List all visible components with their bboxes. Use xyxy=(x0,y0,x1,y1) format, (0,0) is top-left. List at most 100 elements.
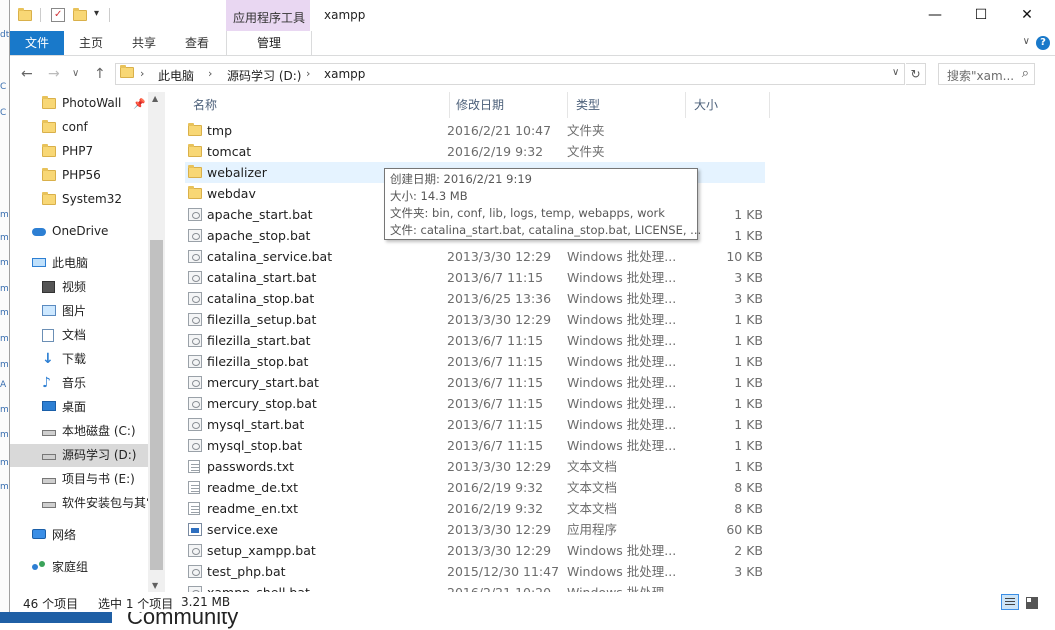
minimize-button[interactable]: — xyxy=(912,0,958,31)
file-name: tomcat xyxy=(207,144,252,159)
refresh-button[interactable]: ↻ xyxy=(906,63,926,85)
file-row[interactable]: service.exe 2013/3/30 12:29 应用程序 60 KB xyxy=(185,519,765,540)
sidebar-item[interactable]: PhotoWall 📌 xyxy=(10,92,150,115)
pin-icon[interactable]: 📌 xyxy=(133,93,145,115)
tab-file[interactable]: 文件 xyxy=(10,31,64,55)
sidebar-item[interactable]: ♪ 音乐 xyxy=(10,372,150,395)
text-file-icon xyxy=(188,502,200,515)
file-row[interactable]: mercury_start.bat 2013/6/7 11:15 Windows 批… xyxy=(185,372,765,393)
recent-locations-button[interactable]: ∨ xyxy=(72,68,79,79)
address-dropdown-icon[interactable]: ∨ xyxy=(892,67,899,78)
file-size: 8 KB xyxy=(734,501,763,516)
scroll-up-arrow-icon[interactable]: ▲ xyxy=(152,94,158,103)
file-row[interactable]: readme_en.txt 2016/2/19 9:32 文本文档 8 KB xyxy=(185,498,765,519)
nav-pane-scrollbar[interactable]: ▲ ▼ xyxy=(148,92,165,592)
help-icon[interactable]: ? xyxy=(1036,36,1050,50)
scroll-down-arrow-icon[interactable]: ▼ xyxy=(152,581,158,590)
sidebar-item[interactable]: 软件安装包与其它 xyxy=(10,492,150,515)
file-type: 文本文档 xyxy=(567,501,618,516)
sidebar-item-label: 桌面 xyxy=(62,400,87,414)
sidebar-item[interactable]: PHP56 xyxy=(10,164,150,187)
file-row[interactable]: mysql_start.bat 2013/6/7 11:15 Windows 批处理… xyxy=(185,414,765,435)
sidebar-item[interactable]: 桌面 xyxy=(10,396,150,419)
details-view-icon[interactable] xyxy=(1001,594,1019,610)
search-box[interactable]: 搜索"xam... ⌕ xyxy=(938,63,1035,85)
sidebar-item[interactable]: OneDrive xyxy=(10,220,150,243)
tab-home[interactable]: 主页 xyxy=(79,31,103,55)
sidebar-item[interactable]: 家庭组 xyxy=(10,556,150,579)
forward-button[interactable]: → xyxy=(48,66,60,82)
file-row[interactable]: mercury_stop.bat 2013/6/7 11:15 Windows 批处… xyxy=(185,393,765,414)
properties-check-icon[interactable]: ✓ xyxy=(51,8,65,22)
column-header-date[interactable]: 修改日期 xyxy=(448,92,568,118)
tab-view[interactable]: 查看 xyxy=(185,31,209,55)
sidebar-item[interactable]: 源码学习 (D:) xyxy=(10,444,150,467)
file-row[interactable]: xampp_shell.bat 2016/2/21 10:20 Windows 批处… xyxy=(185,582,765,592)
file-row[interactable]: filezilla_stop.bat 2013/6/7 11:15 Windows … xyxy=(185,351,765,372)
maximize-button[interactable]: ☐ xyxy=(958,0,1004,31)
customize-toolbar-chevron-icon[interactable]: ▾ xyxy=(94,8,99,19)
file-row[interactable]: test_php.bat 2015/12/30 11:47 Windows 批处理.… xyxy=(185,561,765,582)
sidebar-item[interactable]: 此电脑 xyxy=(10,252,150,275)
quick-access-folder-icon[interactable] xyxy=(18,8,32,22)
file-name: readme_en.txt xyxy=(207,501,299,516)
sidebar-item[interactable]: System32 xyxy=(10,188,150,211)
up-button[interactable]: ↑ xyxy=(94,66,106,82)
column-header-type[interactable]: 类型 xyxy=(568,92,686,118)
search-input[interactable]: 搜索"xam... xyxy=(947,67,1014,84)
file-row[interactable]: filezilla_setup.bat 2013/3/30 12:29 Window… xyxy=(185,309,765,330)
tooltip-size: 大小: 14.3 MB xyxy=(390,189,468,203)
sidebar-item[interactable]: 网络 xyxy=(10,524,150,547)
scrollbar-thumb[interactable] xyxy=(150,240,163,570)
close-button[interactable]: ✕ xyxy=(1004,0,1050,31)
music-icon: ♪ xyxy=(42,375,51,391)
file-name: tmp xyxy=(207,123,233,138)
file-type: Windows 批处理... xyxy=(567,291,677,306)
sidebar-item-label: 此电脑 xyxy=(52,256,89,270)
file-size: 1 KB xyxy=(734,354,763,369)
file-row[interactable]: catalina_stop.bat 2013/6/25 13:36 Windows … xyxy=(185,288,765,309)
breadcrumb-this-pc[interactable]: 此电脑 xyxy=(158,67,194,84)
file-row[interactable]: setup_xampp.bat 2013/3/30 12:29 Windows 批处… xyxy=(185,540,765,561)
sidebar-item[interactable]: ↓ 下载 xyxy=(10,348,150,371)
file-row[interactable]: mysql_stop.bat 2013/6/7 11:15 Windows 批处理.… xyxy=(185,435,765,456)
breadcrumb-drive-d[interactable]: 源码学习 (D:) xyxy=(227,67,301,84)
expand-ribbon-icon[interactable]: ∨ xyxy=(1023,36,1030,47)
sidebar-item-label: 本地磁盘 (C:) xyxy=(62,424,136,438)
new-folder-icon[interactable] xyxy=(73,8,87,22)
file-date: 2016/2/19 9:32 xyxy=(447,480,544,495)
sidebar-item-label: 视频 xyxy=(62,280,87,294)
sidebar-item[interactable]: PHP7 xyxy=(10,140,150,163)
large-icons-view-icon[interactable] xyxy=(1023,594,1041,610)
file-row[interactable]: catalina_start.bat 2013/6/7 11:15 Windows … xyxy=(185,267,765,288)
sidebar-item[interactable]: 视频 xyxy=(10,276,150,299)
file-type: 文件夹 xyxy=(567,144,605,159)
back-button[interactable]: ← xyxy=(21,66,33,82)
breadcrumb-separator[interactable]: › xyxy=(306,67,310,80)
sidebar-item[interactable]: 文档 xyxy=(10,324,150,347)
search-icon[interactable]: ⌕ xyxy=(1022,66,1029,81)
breadcrumb-separator[interactable]: › xyxy=(140,67,144,80)
address-bar[interactable]: › 此电脑 › 源码学习 (D:) › xampp ∨ xyxy=(115,63,905,85)
file-row[interactable]: catalina_service.bat 2013/3/30 12:29 Windo… xyxy=(185,246,765,267)
sidebar-item[interactable]: 项目与书 (E:) xyxy=(10,468,150,491)
file-row[interactable]: tmp 2016/2/21 10:47 文件夹 xyxy=(185,120,765,141)
sidebar-item[interactable]: 本地磁盘 (C:) xyxy=(10,420,150,443)
tab-manage[interactable]: 管理 xyxy=(226,31,312,55)
file-row[interactable]: readme_de.txt 2016/2/19 9:32 文本文档 8 KB xyxy=(185,477,765,498)
sidebar-item-label: 网络 xyxy=(52,528,77,542)
file-name: readme_de.txt xyxy=(207,480,299,495)
file-date: 2013/6/25 13:36 xyxy=(447,291,552,306)
file-row[interactable]: tomcat 2016/2/19 9:32 文件夹 xyxy=(185,141,765,162)
column-header-size[interactable]: 大小 xyxy=(686,92,770,118)
tab-share[interactable]: 共享 xyxy=(132,31,156,55)
tooltip-files: 文件: catalina_start.bat, catalina_stop.ba… xyxy=(390,223,702,237)
sidebar-item[interactable]: conf xyxy=(10,116,150,139)
sidebar-item[interactable]: 图片 xyxy=(10,300,150,323)
breadcrumb-xampp[interactable]: xampp xyxy=(324,67,365,81)
breadcrumb-separator[interactable]: › xyxy=(208,67,212,80)
file-name: filezilla_stop.bat xyxy=(207,354,309,369)
file-row[interactable]: passwords.txt 2013/3/30 12:29 文本文档 1 KB xyxy=(185,456,765,477)
file-row[interactable]: filezilla_start.bat 2013/6/7 11:15 Windows… xyxy=(185,330,765,351)
bat-icon xyxy=(188,292,202,305)
